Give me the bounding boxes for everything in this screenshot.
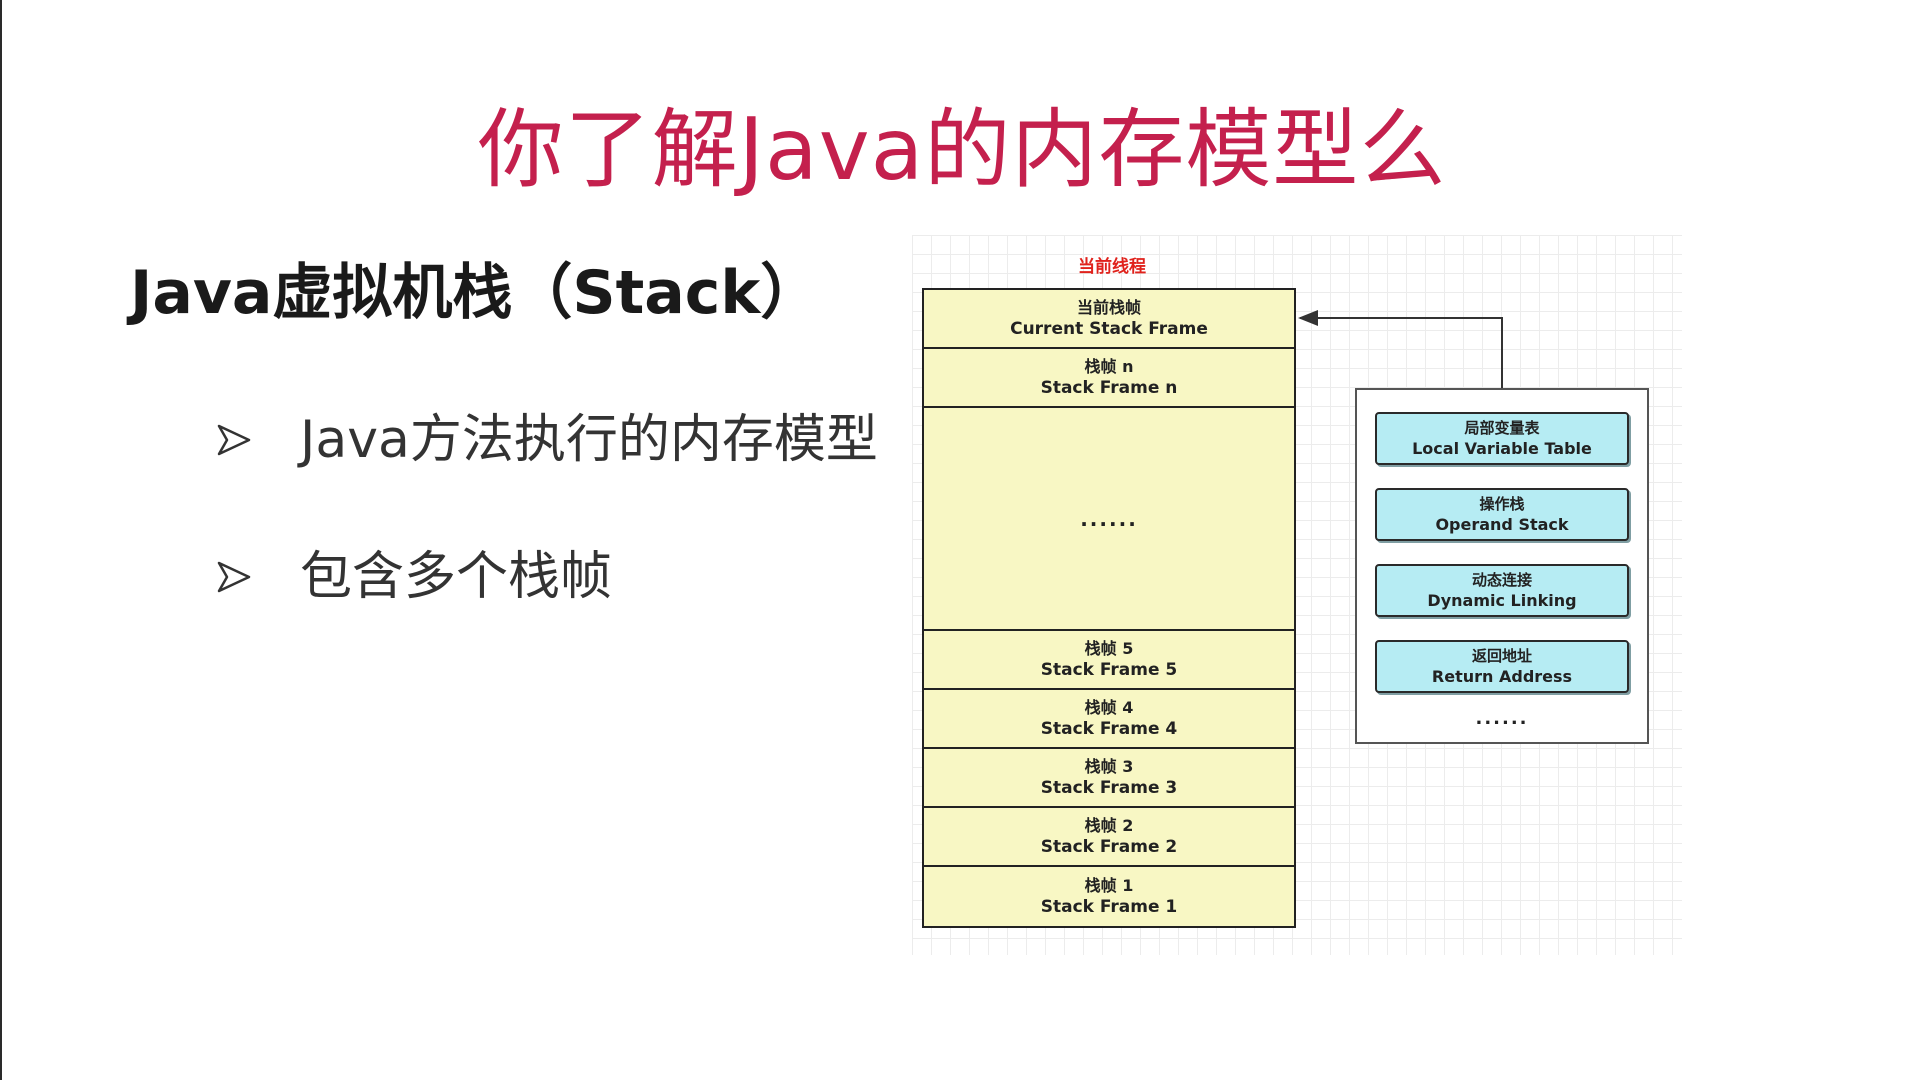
- thread-stack: 当前栈帧 Current Stack Frame 栈帧 n Stack Fram…: [922, 288, 1296, 928]
- dynamic-linking: 动态连接 Dynamic Linking: [1375, 564, 1629, 617]
- frame-label-zh: 栈帧 1: [1084, 876, 1134, 895]
- part-label-en: Dynamic Linking: [1427, 591, 1577, 610]
- frame-label-zh: 栈帧 2: [1084, 816, 1134, 835]
- frame-label-en: Stack Frame 4: [1040, 719, 1178, 739]
- slide: 你了解Java的内存模型么 Java虚拟机栈（Stack） Java方法执行的内…: [0, 0, 1920, 1080]
- return-address: 返回地址 Return Address: [1375, 640, 1629, 693]
- frame-label-en: Current Stack Frame: [1010, 319, 1208, 339]
- bullet-text: Java方法执行的内存模型: [300, 410, 878, 470]
- stack-frame: 栈帧 n Stack Frame n: [924, 349, 1294, 408]
- frame-label-zh: 栈帧 n: [1084, 357, 1134, 376]
- frame-label-en: Stack Frame 1: [1040, 897, 1178, 917]
- frame-label-zh: 栈帧 5: [1084, 639, 1134, 658]
- frame-label-zh: 栈帧 3: [1084, 757, 1134, 776]
- stack-frame: 栈帧 1 Stack Frame 1: [924, 867, 1294, 926]
- frame-label-en: Stack Frame 3: [1040, 778, 1178, 798]
- stack-frame-detail: 局部变量表 Local Variable Table 操作栈 Operand S…: [1355, 388, 1649, 744]
- section-heading: Java虚拟机栈（Stack）: [130, 258, 821, 328]
- stack-frame: 栈帧 2 Stack Frame 2: [924, 808, 1294, 867]
- part-label-zh: 返回地址: [1471, 647, 1532, 665]
- part-label-en: Return Address: [1431, 667, 1573, 686]
- part-label-zh: 动态连接: [1471, 571, 1532, 589]
- frame-parts-ellipsis: ......: [1475, 708, 1529, 729]
- slide-title: 你了解Java的内存模型么: [477, 100, 1447, 200]
- part-label-en: Operand Stack: [1435, 515, 1569, 534]
- stack-frame: 栈帧 5 Stack Frame 5: [924, 631, 1294, 690]
- operand-stack: 操作栈 Operand Stack: [1375, 488, 1629, 541]
- frame-label-zh: 栈帧 4: [1084, 698, 1134, 717]
- bullet-text: 包含多个栈帧: [300, 547, 613, 607]
- current-stack-frame: 当前栈帧 Current Stack Frame: [924, 290, 1294, 349]
- bullet-item: 包含多个栈帧: [216, 545, 612, 609]
- arrow-bullet-icon: [217, 424, 251, 456]
- frame-label-en: Stack Frame 5: [1040, 660, 1178, 680]
- part-label-en: Local Variable Table: [1412, 439, 1592, 458]
- part-label-zh: 局部变量表: [1464, 419, 1540, 437]
- stack-frame: 栈帧 3 Stack Frame 3: [924, 749, 1294, 808]
- local-variable-table: 局部变量表 Local Variable Table: [1375, 412, 1629, 465]
- part-label-zh: 操作栈: [1479, 495, 1525, 513]
- current-thread-label: 当前线程: [1078, 257, 1146, 277]
- arrow-bullet-icon: [217, 561, 251, 593]
- frame-label-en: Stack Frame 2: [1040, 837, 1178, 857]
- bullet-item: Java方法执行的内存模型: [216, 408, 878, 472]
- frame-label-zh: 当前栈帧: [1076, 298, 1141, 317]
- stack-frame: 栈帧 4 Stack Frame 4: [924, 690, 1294, 749]
- frame-label-en: Stack Frame n: [1040, 378, 1178, 398]
- stack-frame-ellipsis: ......: [924, 408, 1294, 631]
